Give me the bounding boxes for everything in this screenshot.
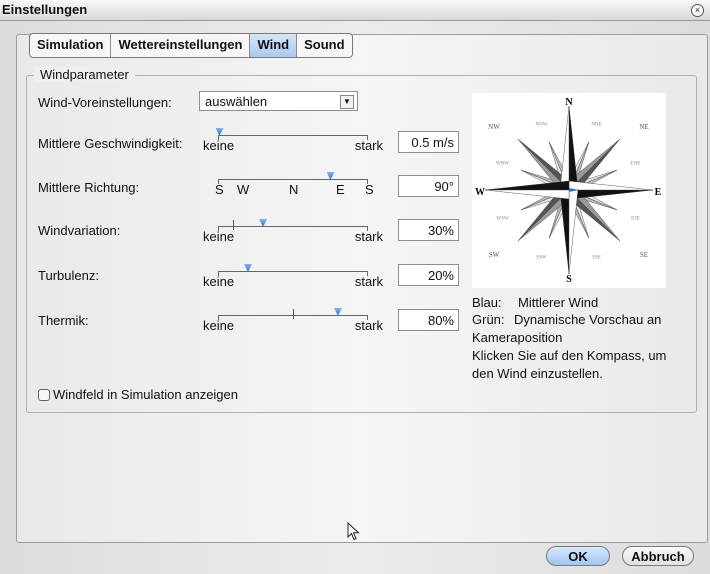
direction-tick-n: N (289, 182, 299, 197)
direction-value-field[interactable]: 90° (398, 175, 459, 197)
direction-tick-w: W (237, 182, 250, 197)
tab-wind[interactable]: Wind (250, 34, 298, 57)
compass-rose-icon[interactable]: NNEENEESESSESSWWSWWNWNNW NE SE SW NW N E… (472, 93, 666, 288)
info-hint-line2: den Wind einzustellen. (472, 366, 603, 381)
info-blue-text: Mittlerer Wind (518, 295, 599, 310)
turbulence-label: Turbulenz: (38, 268, 99, 283)
slider-max-label: stark (354, 138, 383, 153)
slider-min-label: keine (203, 274, 235, 289)
compass-label-sw: SW (489, 251, 500, 259)
window-title: Einstellungen (2, 2, 88, 17)
show-windfield-checkbox[interactable] (38, 389, 50, 401)
compass-main-ray (568, 189, 579, 275)
direction-label: Mittlere Richtung: (38, 180, 140, 195)
direction-tick-e: E (336, 182, 345, 197)
preset-select[interactable]: auswählen ▼ (199, 91, 358, 111)
title-bar: Einstellungen × (0, 0, 710, 21)
speed-label: Mittlere Geschwindigkeit: (38, 136, 183, 151)
chevron-down-icon[interactable]: ▼ (340, 95, 354, 109)
compass-main-ray (484, 189, 570, 200)
cancel-button[interactable]: Abbruch (622, 546, 694, 566)
slider-max-label: stark (354, 229, 383, 244)
compass-label-ne: NE (639, 123, 648, 131)
compass-main-ray (568, 105, 579, 191)
ok-button[interactable]: OK (546, 546, 610, 566)
close-icon[interactable]: × (691, 4, 704, 17)
slider-min-label: keine (203, 229, 235, 244)
info-green-text: Dynamische Vorschau an (514, 312, 662, 327)
compass-label-e: E (655, 187, 662, 198)
direction-tick-s2: S (365, 182, 374, 197)
slider-track (218, 179, 368, 184)
group-title: Windparameter (34, 67, 135, 82)
info-hint-line1: Klicken Sie auf den Kompass, um (472, 348, 667, 363)
slider-track (218, 271, 368, 276)
compass-main-ray (559, 189, 570, 275)
direction-slider[interactable]: S W N E S (215, 170, 374, 200)
turbulence-value-field[interactable]: 20% (398, 264, 459, 286)
tab-bar: Simulation Wettereinstellungen Wind Soun… (29, 33, 353, 58)
wind-compass[interactable]: NNE ENE ESE SSE SSW WSW WNW NNW NE SE SW NW N E… (472, 93, 666, 288)
speed-slider[interactable]: keine stark (203, 126, 383, 156)
compass-label-se: SE (640, 251, 648, 259)
turbulence-slider[interactable]: keine stark (203, 262, 383, 292)
compass-label-w: W (475, 187, 485, 198)
slider-min-label: keine (203, 318, 235, 333)
preset-label: Wind-Voreinstellungen: (38, 95, 172, 110)
show-windfield-label[interactable]: Windfeld in Simulation anzeigen (53, 387, 238, 402)
compass-label-ssw: SSW (536, 256, 547, 261)
speed-value-field[interactable]: 0.5 m/s (398, 131, 459, 153)
slider-min-label: keine (203, 138, 235, 153)
thermal-slider[interactable]: keine stark (203, 306, 383, 336)
mouse-cursor-icon (347, 522, 360, 541)
thermal-label: Thermik: (38, 313, 89, 328)
slider-max-label: stark (354, 318, 383, 333)
info-green-text2: Kameraposition (472, 330, 563, 345)
variation-value-field[interactable]: 30% (398, 219, 459, 241)
direction-tick-s: S (215, 182, 224, 197)
compass-label-ene: ENE (631, 161, 641, 166)
slider-track (218, 135, 368, 140)
compass-label-wsw: WSW (496, 217, 509, 222)
tab-weather[interactable]: Wettereinstellungen (111, 34, 251, 57)
tab-simulation[interactable]: Simulation (30, 34, 112, 57)
compass-label-nnw: NNW (535, 122, 547, 127)
slider-max-label: stark (354, 274, 383, 289)
compass-main-ray (484, 180, 570, 191)
compass-main-ray (559, 105, 570, 191)
preset-value: auswählen (205, 94, 268, 109)
compass-label-wnw: WNW (496, 161, 509, 166)
compass-label-n: N (565, 97, 573, 108)
slider-marker (293, 309, 294, 319)
thermal-value-field[interactable]: 80% (398, 309, 459, 331)
info-green-key: Grün: (472, 312, 505, 327)
compass-label-nw: NW (488, 123, 500, 131)
compass-main-ray (568, 180, 654, 191)
compass-label-sse: SSE (592, 256, 601, 261)
compass-label-nne: NNE (591, 122, 601, 127)
tab-sound[interactable]: Sound (297, 34, 351, 57)
variation-slider[interactable]: keine stark (203, 217, 383, 247)
slider-track (218, 226, 368, 231)
variation-label: Windvariation: (38, 223, 121, 238)
compass-main-ray (568, 189, 654, 200)
compass-label-s: S (566, 274, 572, 285)
info-blue-key: Blau: (472, 295, 502, 310)
compass-label-ese: ESE (631, 217, 640, 222)
